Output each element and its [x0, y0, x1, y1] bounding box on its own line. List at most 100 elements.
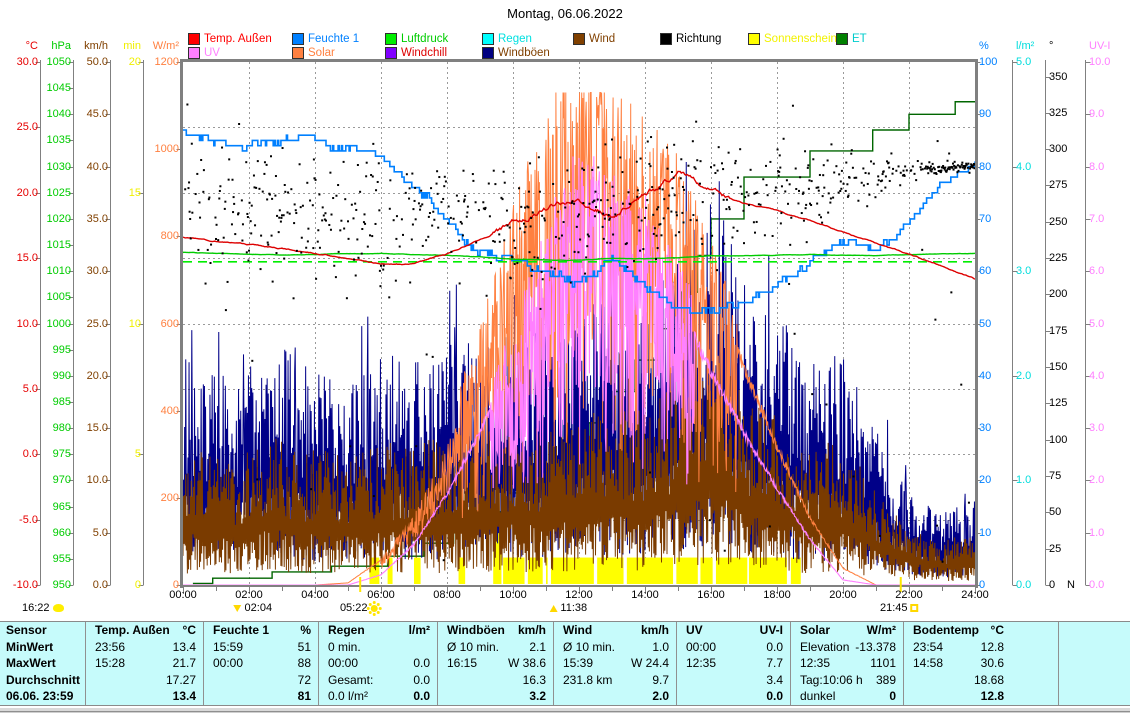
sensor-unit: °C — [991, 622, 1058, 639]
axis-tick-label: 70 — [979, 213, 1019, 225]
axis-tick-label: 0 — [105, 579, 141, 591]
axis-tick-label: 275 — [1049, 179, 1089, 191]
cell-time-or-label: 23:56 — [86, 639, 125, 656]
axis-unit-label: hPa — [35, 40, 71, 52]
table-cell-row: Ø 10 min.1.0 — [554, 639, 676, 656]
table-cell-row: 12:351101 — [791, 655, 903, 672]
cell-time-or-label: 00:00 — [677, 639, 716, 656]
axis-tick-label: 3.0 — [1089, 422, 1129, 434]
cell-value: 30.6 — [981, 655, 1058, 672]
weather-app-window: Montag, 06.06.2022 Temp. Außen Feuchte 1 L… — [0, 0, 1130, 713]
sensor-name: Windböen — [438, 622, 505, 639]
cell-value: 3.4 — [766, 672, 790, 689]
axis-tick-label: 3.0 — [1016, 265, 1056, 277]
cell-value: 51 — [298, 639, 318, 656]
table-cell-row: 72 — [204, 672, 318, 689]
table-column-header: Temp. Außen°C — [86, 622, 203, 639]
table-column-header: Bodentemp +5°C — [904, 622, 1058, 639]
axis-tick-label: 125 — [1049, 397, 1089, 409]
axis-unit-label: °C — [2, 40, 38, 52]
axis-tick-label: 995 — [35, 344, 71, 356]
legend-label: Luftdruck — [401, 33, 448, 45]
astro-marker-time: 05:22 — [340, 602, 368, 614]
sensor-name: Regen — [319, 622, 365, 639]
astro-marker-moonset: 02:04 — [231, 601, 273, 615]
legend-swatch-regen — [482, 33, 494, 45]
sensor-unit: km/h — [518, 622, 553, 639]
legend-label: Wind — [589, 33, 615, 45]
cell-value: 13.4 — [173, 639, 203, 656]
axis-tick-label: 985 — [35, 396, 71, 408]
axis-tick-label: 965 — [35, 501, 71, 513]
legend-item-feuchte-1: Feuchte 1 — [292, 33, 359, 45]
table-cell-row: 12:35 7.7 — [677, 655, 790, 672]
cell-time-or-label: 14:58 — [904, 655, 943, 672]
legend-item-temp-aussen: Temp. Außen — [188, 33, 272, 45]
time-axis-label: 04:00 — [293, 589, 337, 601]
cell-value: 81 — [298, 688, 318, 705]
sensor-name: Bodentemp +5 — [904, 622, 991, 639]
sensor-unit: W/m² — [867, 622, 903, 639]
cell-time-or-label — [677, 688, 686, 705]
axis-tick-label: 2.0 — [1089, 474, 1129, 486]
moon-icon — [53, 604, 64, 612]
axis-tick-label: 40.0 — [72, 161, 108, 173]
legend-label: Solar — [308, 47, 335, 59]
cell-value: 7.7 — [766, 655, 790, 672]
cell-time-or-label — [204, 688, 213, 705]
cell-time-or-label: 00:00 — [319, 655, 358, 672]
axis-tick-label: 20.0 — [72, 370, 108, 382]
table-cell-row: 00:000.0 — [319, 655, 437, 672]
table-row-label: 06.06. 23:59 — [0, 688, 85, 705]
table-cell-row: 00:0088 — [204, 655, 318, 672]
legend-swatch-feuchte-1 — [292, 33, 304, 45]
cell-value: W 38.6 — [508, 655, 553, 672]
table-cell-row: Gesamt:0.0 — [319, 672, 437, 689]
table-row-labels-column: SensorMinWertMaxWertDurchschnitt06.06. 2… — [0, 622, 85, 705]
legend-item-sonnenschein: Sonnenschein — [748, 33, 837, 45]
time-axis-label: 00:00 — [161, 589, 205, 601]
axis-tick-label: 25 — [1049, 543, 1089, 555]
table-cell-row: 13.4 — [86, 688, 203, 705]
legend-item-windboeen: Windböen — [482, 47, 550, 59]
chart-title: Montag, 06.06.2022 — [0, 6, 1130, 21]
axis-tick-label: 20.0 — [2, 187, 38, 199]
legend-swatch-solar — [292, 47, 304, 59]
axis-tick-label: 5.0 — [2, 383, 38, 395]
axis-tick-label: 1005 — [35, 291, 71, 303]
axis-tick-label: 5 — [105, 448, 141, 460]
axis-tick-label: 150 — [1049, 361, 1089, 373]
legend-label: ET — [852, 33, 867, 45]
table-cell-row: 00:000.0 — [677, 639, 790, 656]
cell-time-or-label: 15:28 — [86, 655, 125, 672]
table-cell-row: dunkel0 — [791, 688, 903, 705]
cell-time-or-label — [904, 688, 913, 705]
axis-unit-label: W/m² — [143, 40, 179, 52]
window-bottom-edge — [0, 706, 1130, 713]
sensor-name: Feuchte 1 — [204, 622, 269, 639]
axis-tick-label: 10.0 — [1089, 56, 1129, 68]
table-cell-row: 3.2 — [438, 688, 553, 705]
axis-tick-label: 800 — [143, 230, 179, 242]
summary-table: SensorMinWertMaxWertDurchschnitt06.06. 2… — [0, 621, 1130, 706]
arrow-down-icon — [234, 605, 242, 612]
legend-label: Richtung — [676, 33, 721, 45]
sensor-name: UV — [677, 622, 703, 639]
time-axis-label: 22:00 — [887, 589, 931, 601]
cell-value: 18.68 — [974, 672, 1058, 689]
cell-time-or-label: Ø 10 min. — [554, 639, 615, 656]
time-axis-label: 08:00 — [425, 589, 469, 601]
table-cell-row: 15:39W 24.4 — [554, 655, 676, 672]
axis-tick-label: 990 — [35, 370, 71, 382]
arrow-up-icon — [549, 605, 557, 612]
axis-tick-label: 200 — [1049, 288, 1089, 300]
axis-unit-label: km/h — [72, 40, 108, 52]
cell-time-or-label: 23:54 — [904, 639, 943, 656]
cell-time-or-label: 12:35 — [791, 655, 830, 672]
axis-tick-label: 90 — [979, 108, 1019, 120]
square-icon — [911, 604, 919, 612]
cell-time-or-label: 12:35 — [677, 655, 716, 672]
cell-value: 0.0 — [413, 672, 437, 689]
axis-tick-label: 1045 — [35, 82, 71, 94]
axis-tick-label: 15.0 — [2, 252, 38, 264]
